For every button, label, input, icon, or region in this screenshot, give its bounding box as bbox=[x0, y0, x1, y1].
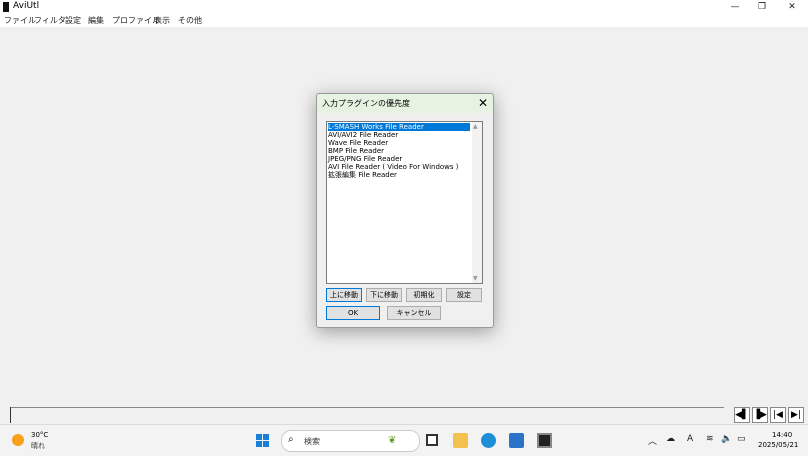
menu-other[interactable]: その他 bbox=[178, 15, 202, 26]
plugin-listbox[interactable]: L-SMASH Works File Reader AVI/AVI2 File … bbox=[326, 121, 483, 284]
list-item[interactable]: L-SMASH Works File Reader bbox=[328, 123, 470, 131]
weather-temp[interactable]: 30°C bbox=[31, 431, 48, 439]
clock-date[interactable]: 2025/05/21 bbox=[758, 441, 798, 449]
play-forward-icon[interactable]: ▐▶ bbox=[752, 407, 768, 423]
skip-start-icon[interactable]: |◀ bbox=[770, 407, 786, 423]
list-item[interactable]: AVI File Reader ( Video For Windows ) bbox=[328, 163, 470, 171]
menu-edit[interactable]: 編集 bbox=[88, 15, 104, 26]
ok-button[interactable]: OK bbox=[326, 306, 380, 320]
list-scrollbar[interactable]: ▲ ▼ bbox=[472, 122, 482, 283]
weather-condition[interactable]: 晴れ bbox=[31, 441, 45, 451]
menu-view[interactable]: 表示 bbox=[154, 15, 170, 26]
file-explorer-icon[interactable] bbox=[453, 433, 468, 448]
window-title: AviUtl bbox=[13, 1, 40, 11]
volume-icon[interactable]: 🔈 bbox=[721, 434, 732, 444]
menu-settings[interactable]: 設定 bbox=[65, 15, 81, 26]
dialog-close-icon[interactable]: ✕ bbox=[478, 95, 488, 111]
menu-bar: ファイル フィルタ 設定 編集 プロファイル 表示 その他 bbox=[0, 14, 808, 28]
weather-sun-icon[interactable] bbox=[12, 434, 24, 446]
task-view-icon[interactable] bbox=[426, 434, 438, 446]
dialog-title-bar: 入力プラグインの優先度 ✕ bbox=[317, 94, 493, 113]
title-bar: AviUtl — ❐ ✕ bbox=[0, 0, 808, 14]
taskbar-search[interactable]: ⌕ 検索 ❦ bbox=[281, 430, 420, 452]
menu-file[interactable]: ファイル bbox=[4, 15, 36, 26]
list-item[interactable]: BMP File Reader bbox=[328, 147, 470, 155]
timeline-start-marker bbox=[10, 407, 11, 423]
search-placeholder: 検索 bbox=[304, 437, 320, 446]
wifi-icon[interactable]: ≋ bbox=[706, 434, 714, 444]
input-plugin-priority-dialog: 入力プラグインの優先度 ✕ L-SMASH Works File Reader … bbox=[316, 93, 494, 328]
store-icon[interactable] bbox=[509, 433, 524, 448]
aviutl-taskbar-icon[interactable] bbox=[537, 433, 552, 448]
list-item[interactable]: JPEG/PNG File Reader bbox=[328, 155, 470, 163]
edge-browser-icon[interactable] bbox=[481, 433, 496, 448]
menu-profile[interactable]: プロファイル bbox=[112, 15, 160, 26]
onedrive-icon[interactable]: ☁ bbox=[666, 434, 675, 444]
reset-button[interactable]: 初期化 bbox=[406, 288, 442, 302]
start-windows-icon[interactable] bbox=[256, 434, 270, 448]
skip-end-icon[interactable]: ▶| bbox=[788, 407, 804, 423]
ime-indicator[interactable]: A bbox=[687, 434, 693, 444]
tray-overflow-icon[interactable]: ︿ bbox=[648, 434, 657, 447]
app-icon bbox=[3, 2, 9, 12]
move-down-button[interactable]: 下に移動 bbox=[366, 288, 402, 302]
menu-filter[interactable]: フィルタ bbox=[34, 15, 66, 26]
restore-icon[interactable]: ❐ bbox=[752, 0, 772, 14]
list-item[interactable]: Wave File Reader bbox=[328, 139, 470, 147]
taskbar: 30°C 晴れ ⌕ 検索 ❦ ︿ ☁ A ≋ 🔈 ▭ 14:40 2025/05… bbox=[0, 424, 808, 456]
play-back-icon[interactable]: ◀▌ bbox=[734, 407, 750, 423]
close-icon[interactable]: ✕ bbox=[782, 0, 802, 14]
list-item[interactable]: AVI/AVI2 File Reader bbox=[328, 131, 470, 139]
clock-time[interactable]: 14:40 bbox=[772, 431, 792, 439]
scroll-down-icon[interactable]: ▼ bbox=[473, 275, 478, 282]
settings-button[interactable]: 設定 bbox=[446, 288, 482, 302]
search-icon: ⌕ bbox=[288, 434, 294, 445]
dialog-title: 入力プラグインの優先度 bbox=[322, 99, 410, 108]
cancel-button[interactable]: キャンセル bbox=[387, 306, 441, 320]
list-item[interactable]: 拡張編集 File Reader bbox=[328, 171, 470, 179]
search-highlight-icon: ❦ bbox=[388, 435, 397, 446]
minimize-icon[interactable]: — bbox=[725, 0, 745, 14]
battery-icon[interactable]: ▭ bbox=[737, 434, 746, 444]
timeline-track[interactable] bbox=[10, 407, 724, 418]
scroll-up-icon[interactable]: ▲ bbox=[473, 123, 478, 130]
move-up-button[interactable]: 上に移動 bbox=[326, 288, 362, 302]
